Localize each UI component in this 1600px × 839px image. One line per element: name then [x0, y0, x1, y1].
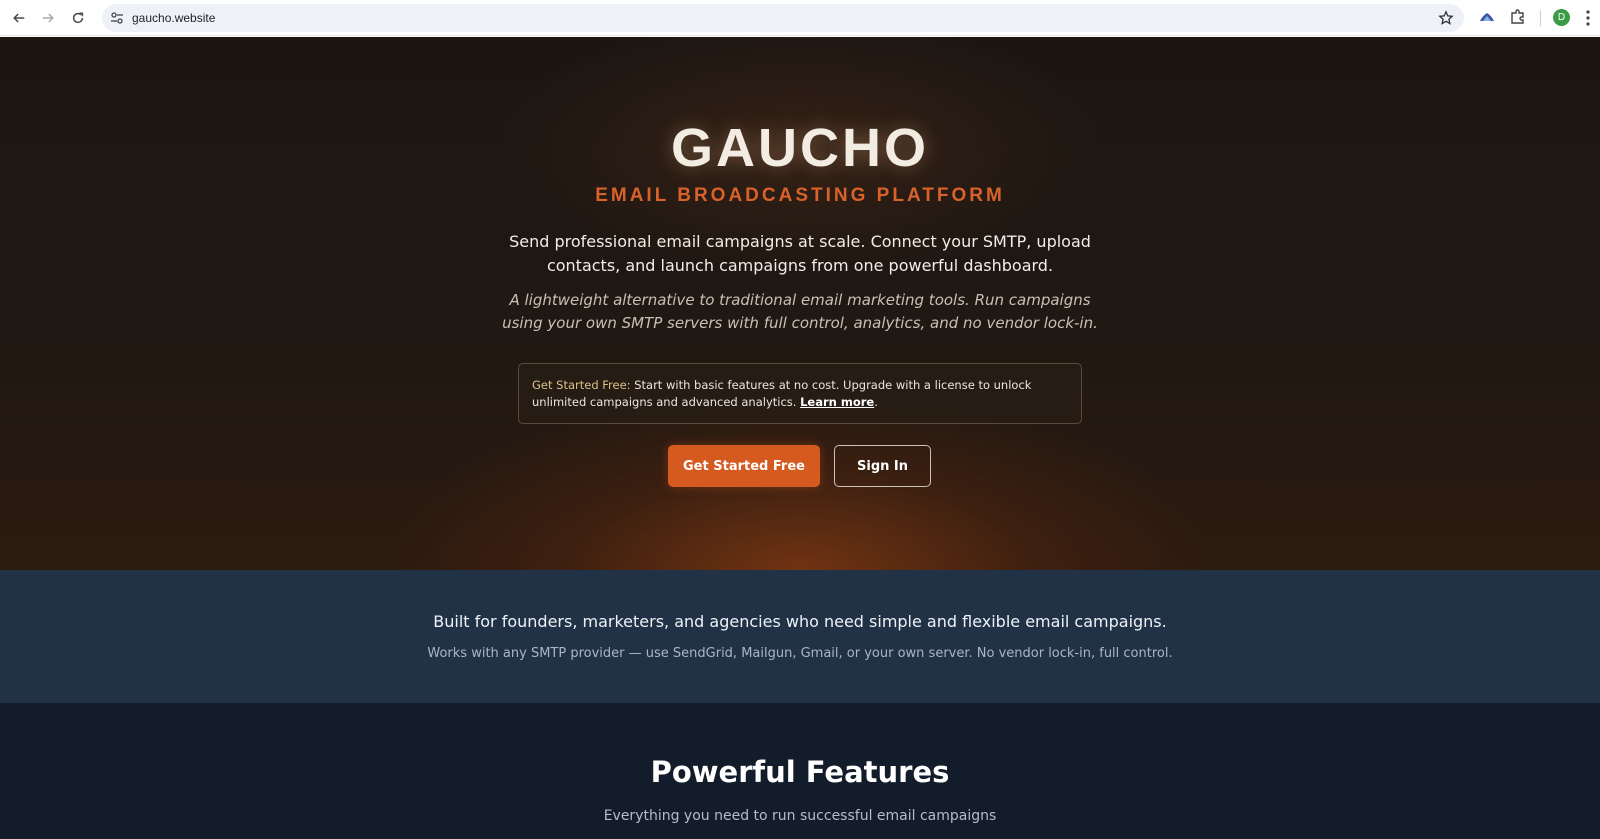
reload-button[interactable] [66, 6, 90, 30]
features-subtitle: Everything you need to run successful em… [603, 808, 997, 824]
sign-in-button[interactable]: Sign In [834, 445, 931, 487]
get-started-free-button[interactable]: Get Started Free [668, 445, 820, 487]
forward-button[interactable] [36, 6, 60, 30]
learn-more-link[interactable]: Learn more [800, 395, 874, 409]
notice-label: Get Started Free: [532, 378, 631, 392]
url-text[interactable]: gaucho.website [132, 11, 215, 25]
audience-title: Built for founders, marketers, and agenc… [433, 612, 1167, 631]
toolbar-divider [1540, 10, 1541, 26]
profile-avatar[interactable]: D [1553, 9, 1570, 26]
back-button[interactable] [7, 6, 31, 30]
arrow-left-icon [13, 13, 25, 23]
site-settings-icon[interactable] [110, 11, 124, 25]
reload-icon [72, 12, 84, 24]
audience-subtitle: Works with any SMTP provider — use SendG… [427, 646, 1173, 661]
brand-tagline: EMAIL BROADCASTING PLATFORM [595, 185, 1005, 206]
notice-trail: . [874, 395, 878, 409]
hero-section: GAUCHO EMAIL BROADCASTING PLATFORM Send … [0, 37, 1600, 570]
features-title: Powerful Features [650, 755, 950, 789]
free-plan-notice: Get Started Free: Start with basic featu… [518, 363, 1082, 424]
features-section: Powerful Features Everything you need to… [0, 703, 1600, 839]
browser-toolbar: gaucho.website D [0, 0, 1600, 36]
arrow-right-icon [42, 13, 54, 23]
audience-section: Built for founders, marketers, and agenc… [0, 570, 1600, 703]
brand-logo: GAUCHO [671, 118, 929, 178]
extension-icon[interactable] [1478, 8, 1496, 26]
hero-sublead: A lightweight alternative to traditional… [502, 291, 1098, 332]
kebab-menu-icon[interactable] [1585, 9, 1591, 27]
address-bar[interactable]: gaucho.website [102, 4, 1464, 32]
extensions-puzzle-icon[interactable] [1509, 8, 1527, 26]
hero-lead: Send professional email campaigns at sca… [509, 232, 1091, 275]
bookmark-star-icon[interactable] [1438, 10, 1454, 26]
